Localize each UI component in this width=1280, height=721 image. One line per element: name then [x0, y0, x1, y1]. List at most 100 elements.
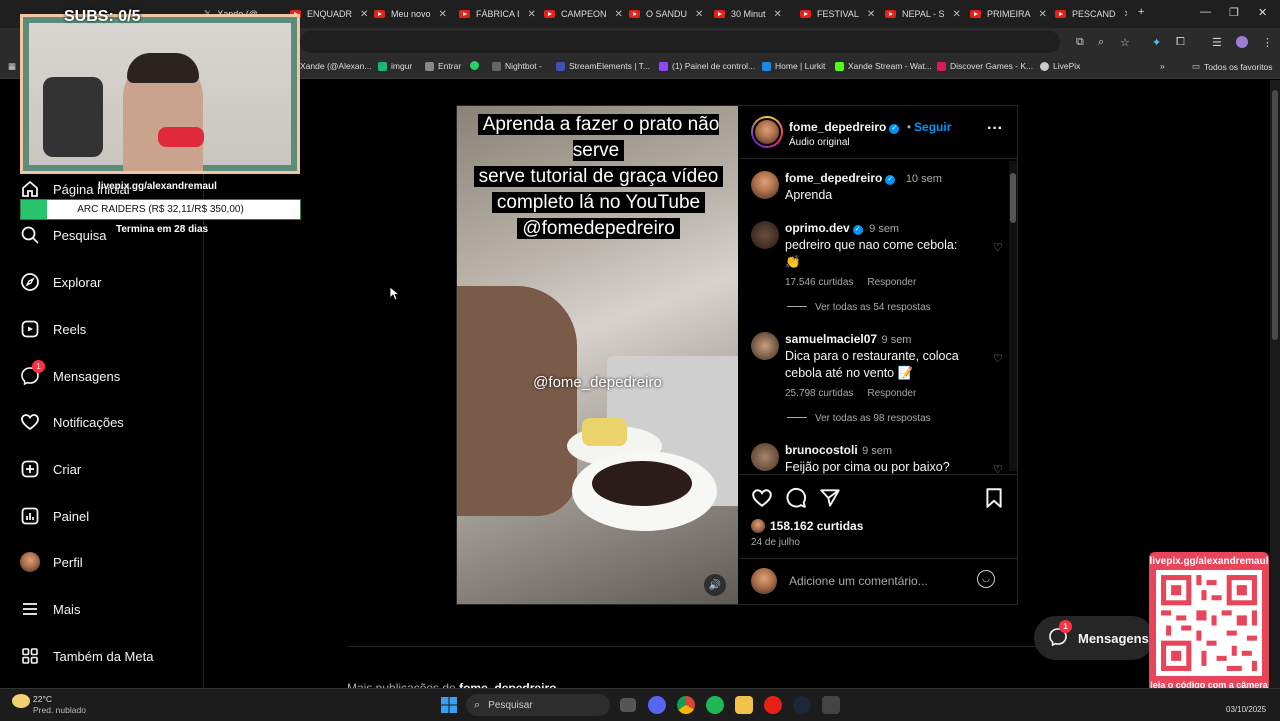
browser-tab[interactable]: O SANDU ✕ — [629, 4, 709, 24]
close-icon[interactable]: ✕ — [1124, 9, 1127, 20]
discord-icon[interactable] — [648, 696, 666, 714]
taskbar-date[interactable]: 03/10/2025 — [1226, 705, 1266, 714]
app-icon[interactable] — [822, 696, 840, 714]
save-icon[interactable] — [984, 487, 1004, 514]
share-icon[interactable] — [819, 487, 841, 514]
bookmark-folder[interactable]: ▭ Todos os favoritos — [1192, 61, 1273, 72]
comment-username[interactable]: fome_depedreiro — [785, 171, 882, 185]
comment-likes[interactable]: 17.546 curtidas — [785, 277, 853, 288]
comment-likes[interactable]: 25.798 curtidas — [785, 388, 853, 399]
windows-start-icon[interactable] — [440, 696, 458, 714]
view-replies[interactable]: Ver todas as 98 respostas — [787, 413, 931, 424]
bookmark[interactable]: Discover Games - K... — [937, 61, 1033, 71]
messages-floating-button[interactable]: 1 Mensagens — [1034, 616, 1154, 660]
avatar[interactable] — [751, 171, 779, 199]
tab-search-icon[interactable]: ☰ — [1212, 36, 1222, 49]
close-icon[interactable]: ✕ — [695, 9, 703, 20]
zoom-icon[interactable]: ⌕ — [1098, 36, 1104, 49]
bookmark[interactable]: LivePix — [1040, 61, 1080, 71]
bookmark[interactable]: StreamElements | T... — [556, 61, 650, 71]
reel-video[interactable]: Aprenda a fazer o prato não serve serve … — [457, 106, 738, 604]
bookmark[interactable]: Nightbot - — [492, 61, 542, 71]
weather-temp[interactable]: 22°C — [33, 694, 52, 704]
bookmark[interactable]: imgur — [378, 61, 412, 71]
close-icon[interactable]: ✕ — [774, 9, 782, 20]
install-icon[interactable]: ⧉ — [1076, 36, 1084, 49]
comment-input[interactable]: Adicione um comentário... — [789, 574, 928, 588]
avatar[interactable] — [751, 221, 779, 249]
volume-icon[interactable]: 🔊 — [704, 574, 726, 596]
browser-tab[interactable]: PRIMEIRA ✕ — [970, 4, 1050, 24]
close-icon[interactable]: ✕ — [953, 9, 961, 20]
nav-item-reels[interactable]: Reels — [20, 319, 86, 339]
bookmark[interactable]: Home | Lurkit — [762, 61, 825, 71]
bookmark[interactable]: Xande (@Alexan... — [300, 61, 371, 71]
task-view-icon[interactable] — [620, 698, 636, 712]
browser-tab[interactable]: 30 Minut ✕ — [714, 4, 794, 24]
steam-icon[interactable] — [793, 696, 811, 714]
audio-label[interactable]: Áudio original — [789, 137, 951, 148]
browser-tab[interactable]: NEPAL - S ✕ — [885, 4, 965, 24]
close-icon[interactable]: ✕ — [615, 9, 623, 20]
weather-icon[interactable] — [12, 694, 30, 708]
like-comment-icon[interactable]: ♡ — [993, 241, 1003, 254]
nav-item-messages[interactable]: 1 Mensagens — [20, 360, 120, 386]
browser-tab[interactable]: Meu novo ✕ — [374, 4, 454, 24]
page-scrollbar[interactable] — [1270, 80, 1280, 688]
close-icon[interactable]: ✕ — [360, 9, 368, 20]
close-icon[interactable]: ✕ — [867, 9, 875, 20]
close-icon[interactable]: ✕ — [439, 9, 447, 20]
browser-tab[interactable]: ENQUADR ✕ — [290, 4, 370, 24]
bookmark[interactable]: Entrar — [425, 61, 461, 71]
author-username[interactable]: fome_depedreiro — [789, 120, 886, 134]
browser-tab[interactable]: FÁBRICA I ✕ — [459, 4, 539, 24]
reply-button[interactable]: Responder — [867, 277, 916, 288]
maximize-icon[interactable]: ❐ — [1229, 6, 1239, 19]
likes-count[interactable]: 158.162 curtidas — [770, 519, 863, 533]
nav-item-explore[interactable]: Explorar — [20, 272, 101, 292]
avatar[interactable] — [751, 443, 779, 471]
address-bar[interactable] — [300, 31, 1060, 53]
nav-item-create[interactable]: Criar — [20, 459, 81, 479]
like-comment-icon[interactable]: ♡ — [993, 352, 1003, 365]
reply-button[interactable]: Responder — [867, 388, 916, 399]
close-window-icon[interactable]: ✕ — [1258, 6, 1267, 19]
nav-item-also-from-meta[interactable]: Também da Meta — [20, 646, 153, 666]
apps-icon[interactable]: ▦ — [8, 61, 16, 72]
bookmark[interactable]: Xande Stream - Wat... — [835, 61, 932, 71]
avatar[interactable] — [751, 332, 779, 360]
view-replies[interactable]: Ver todas as 54 respostas — [787, 302, 931, 313]
nav-item-more[interactable]: Mais — [20, 599, 80, 619]
author-avatar[interactable] — [753, 118, 781, 146]
extension-icon[interactable]: ✦ — [1152, 36, 1161, 49]
comment-username[interactable]: brunocostoli — [785, 443, 858, 457]
browser-tab[interactable]: CAMPEON ✕ — [544, 4, 624, 24]
extensions-icon[interactable]: ⧠ — [1176, 36, 1185, 49]
chevron-right-icon[interactable]: » — [1160, 61, 1165, 71]
weather-desc[interactable]: Pred. nublado — [33, 705, 86, 715]
bookmark-star-icon[interactable]: ☆ — [1120, 36, 1130, 49]
more-options-icon[interactable]: ··· — [987, 120, 1003, 138]
follow-button[interactable]: Seguir — [914, 120, 951, 134]
like-comment-icon[interactable]: ♡ — [993, 463, 1003, 474]
youtube-app-icon[interactable] — [764, 696, 782, 714]
comment-username[interactable]: oprimo.dev — [785, 221, 850, 235]
like-icon[interactable] — [751, 487, 773, 514]
comments-scrollbar[interactable] — [1009, 161, 1017, 471]
comment-username[interactable]: samuelmaciel07 — [785, 332, 877, 346]
new-tab-icon[interactable]: + — [1138, 6, 1144, 18]
comment-icon[interactable] — [785, 487, 807, 514]
emoji-icon[interactable]: ◡ — [977, 570, 995, 588]
browser-tab[interactable]: PESCAND✕ — [1055, 4, 1127, 24]
bookmark[interactable]: (1) Painel de control... — [659, 61, 755, 71]
nav-item-search[interactable]: Pesquisa — [20, 225, 106, 245]
nav-item-notifications[interactable]: Notificações — [20, 412, 124, 432]
minimize-icon[interactable]: — — [1200, 6, 1211, 18]
browser-tab[interactable]: FESTIVAL ✕ — [800, 4, 880, 24]
close-icon[interactable]: ✕ — [528, 9, 536, 20]
file-explorer-icon[interactable] — [735, 696, 753, 714]
spotify-icon[interactable] — [706, 696, 724, 714]
taskbar-search[interactable]: ⌕ Pesquisar — [466, 694, 610, 716]
chrome-menu-icon[interactable]: ⋮ — [1262, 36, 1273, 49]
chrome-icon[interactable] — [677, 696, 695, 714]
